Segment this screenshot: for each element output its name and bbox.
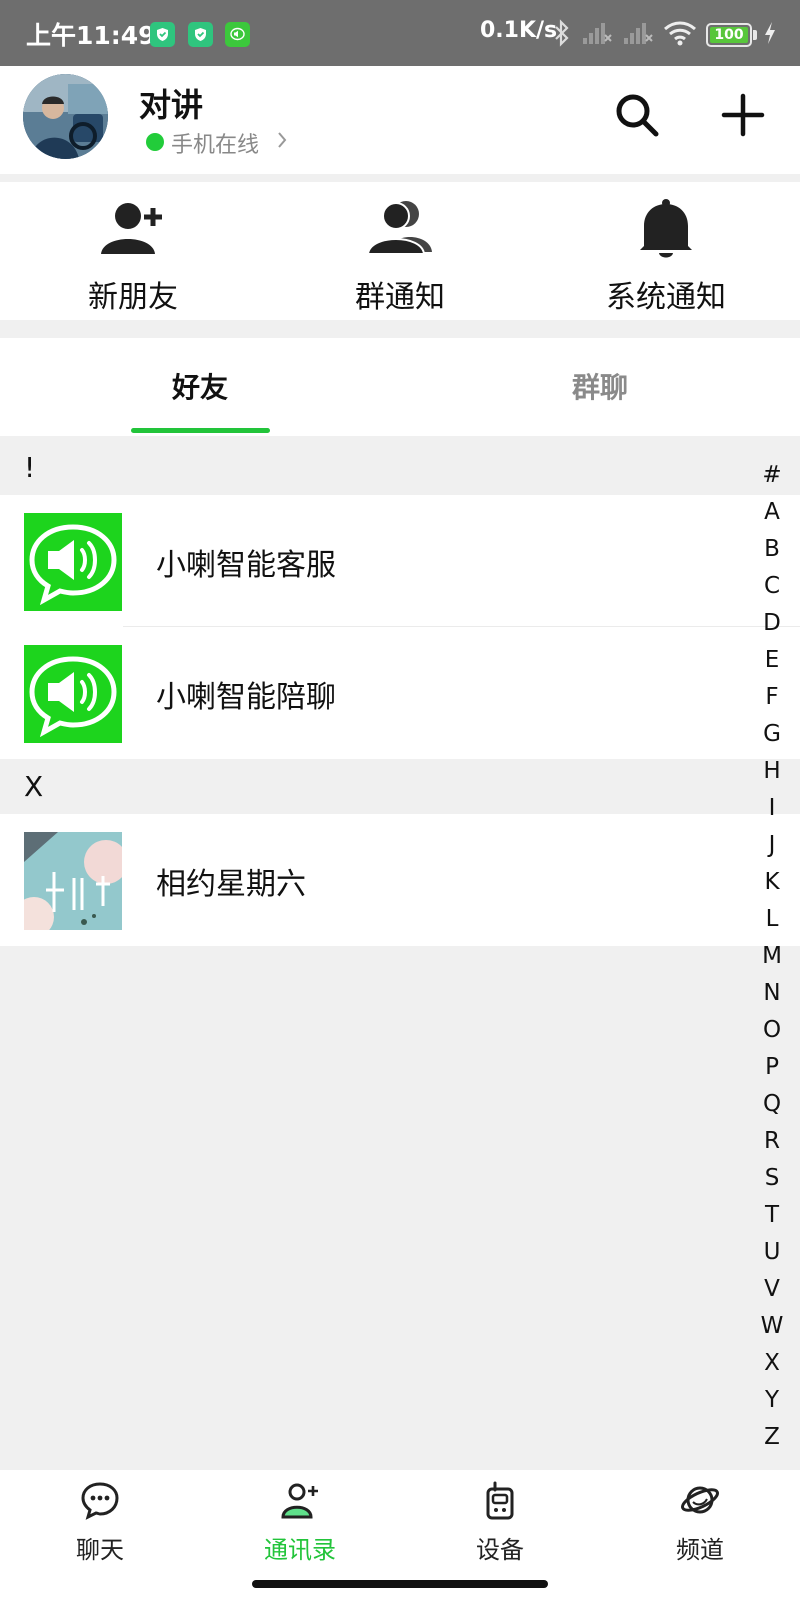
contacts-icon [281,1483,318,1519]
plus-icon[interactable] [718,90,768,140]
speaker-chat-icon [24,645,122,743]
alphabet-index-letter[interactable]: I [752,790,792,827]
tab-friends[interactable]: 好友 [50,338,350,436]
planet-icon [681,1486,719,1514]
avatar[interactable] [23,74,108,159]
alphabet-index-letter[interactable]: F [752,679,792,716]
alphabet-index-letter[interactable]: A [752,494,792,531]
nav-device[interactable]: 设备 [400,1470,600,1570]
status-time: 上午11:49 [26,21,156,50]
alphabet-index-letter[interactable]: U [752,1234,792,1271]
nav-channel[interactable]: 频道 [600,1470,800,1570]
alphabet-index-letter[interactable]: O [752,1012,792,1049]
charging-icon [765,22,775,44]
walkie-talkie-icon [486,1481,514,1520]
home-indicator[interactable] [252,1580,548,1588]
alphabet-index-letter[interactable]: V [752,1271,792,1308]
nav-chat-label: 聊天 [76,1536,124,1564]
photo-avatar [24,832,122,930]
group-notice-button[interactable]: 群通知 [300,182,500,320]
alphabet-index-letter[interactable]: Q [752,1086,792,1123]
section-header: X [0,759,800,814]
shield-app-icon [188,22,213,47]
bell-icon [640,199,692,258]
tab-indicator [131,428,270,433]
shield-app-icon [150,22,175,47]
contact-row[interactable]: 小喇智能客服 [0,495,800,627]
system-notice-button[interactable]: 系统通知 [566,182,766,320]
chat-icon [81,1482,119,1520]
group-notice-label: 群通知 [355,280,445,315]
alphabet-index-letter[interactable]: R [752,1123,792,1160]
alphabet-index-letter[interactable]: Z [752,1419,792,1456]
network-speed: 0.1K/s [480,18,558,43]
contact-name: 小喇智能陪聊 [156,680,336,715]
nav-device-label: 设备 [476,1536,524,1564]
tab-groups[interactable]: 群聊 [450,338,750,436]
system-notice-label: 系统通知 [606,280,726,315]
online-status[interactable]: 手机在线 [171,127,259,159]
wifi-icon [664,21,696,46]
nav-contacts[interactable]: 通讯录 [200,1470,400,1570]
header [0,66,800,174]
new-friends-button[interactable]: 新朋友 [33,182,233,320]
new-friends-label: 新朋友 [88,280,178,315]
alphabet-index[interactable]: # A B C D E F G H I J K L M N O P Q R S T U V W X Y Z [752,457,792,1456]
nav-channel-label: 频道 [676,1536,724,1564]
nav-chat[interactable]: 聊天 [0,1470,200,1570]
group-icon [366,201,432,255]
contact-name: 相约星期六 [156,867,306,902]
alphabet-index-letter[interactable]: K [752,864,792,901]
bluetooth-icon [555,19,569,47]
add-person-icon [101,203,162,254]
contact-row[interactable]: 相约星期六 [0,814,800,946]
page-title: 对讲 [139,86,204,124]
alphabet-index-letter[interactable]: X [752,1345,792,1382]
alphabet-index-letter[interactable]: B [752,531,792,568]
contact-name: 小喇智能客服 [156,548,336,583]
alphabet-index-letter[interactable]: C [752,568,792,605]
chevron-right-icon [278,132,287,148]
alphabet-index-letter[interactable]: P [752,1049,792,1086]
alphabet-index-letter[interactable]: S [752,1160,792,1197]
alphabet-index-letter[interactable]: H [752,753,792,790]
battery-icon: 100 [706,23,752,47]
signal-icon [583,23,612,44]
contact-row[interactable]: 小喇智能陪聊 [0,627,800,759]
alphabet-index-letter[interactable]: T [752,1197,792,1234]
nav-contacts-label: 通讯录 [264,1536,336,1564]
alphabet-index-letter[interactable]: D [752,605,792,642]
alphabet-index-letter[interactable]: J [752,827,792,864]
battery-level: 100 [714,27,744,43]
signal-icon [624,23,653,44]
alphabet-index-letter[interactable]: N [752,975,792,1012]
alphabet-index-letter[interactable]: # [752,457,792,494]
alphabet-index-letter[interactable]: E [752,642,792,679]
alphabet-index-letter[interactable]: L [752,901,792,938]
alphabet-index-letter[interactable]: G [752,716,792,753]
section-header: ! [0,437,800,495]
alphabet-index-letter[interactable]: Y [752,1382,792,1419]
alphabet-index-letter[interactable]: M [752,938,792,975]
speaker-chat-icon [24,513,122,611]
status-bar: 上午11:49 0.1K/s 100 [0,0,800,66]
online-status-dot [146,133,164,151]
speaker-app-icon [225,22,250,47]
alphabet-index-letter[interactable]: W [752,1308,792,1345]
search-icon[interactable] [612,90,664,142]
